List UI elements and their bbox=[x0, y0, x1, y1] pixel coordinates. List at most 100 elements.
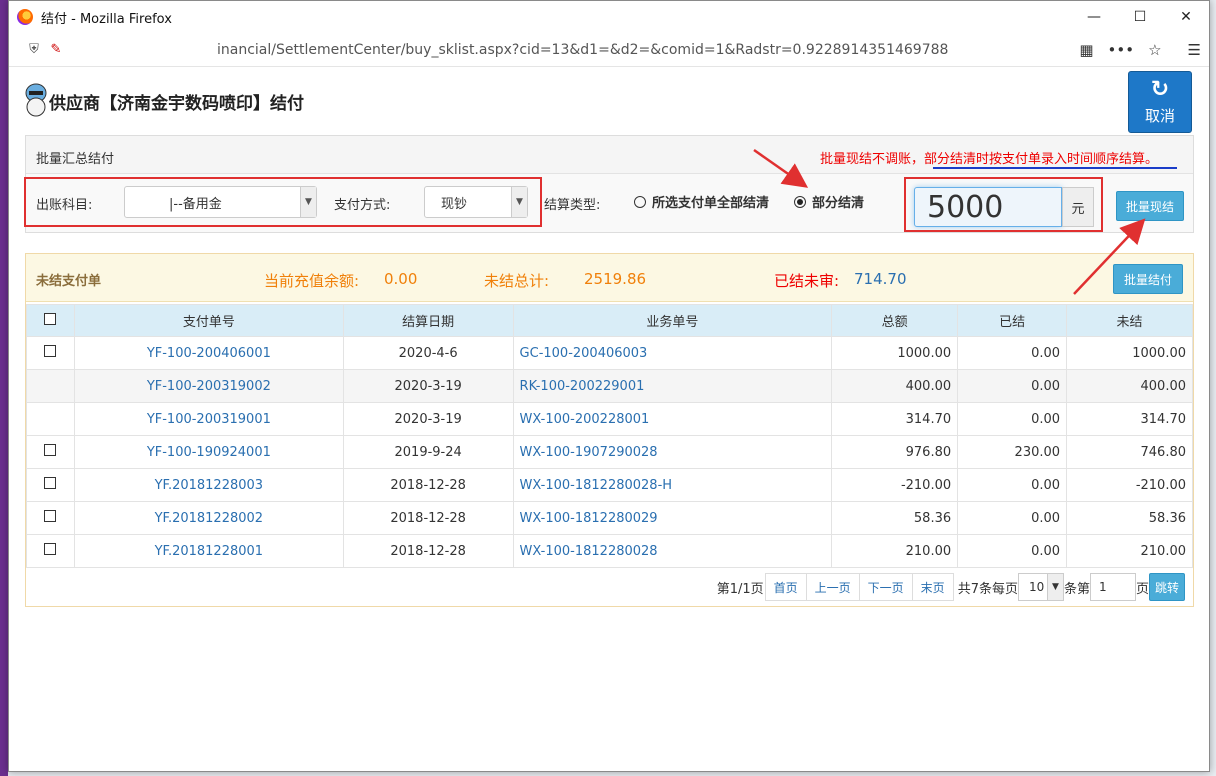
pay-number-cell[interactable]: YF-100-190924001 bbox=[73, 435, 344, 469]
prev-page-button[interactable]: 上一页 bbox=[805, 573, 860, 601]
radio-partial-label: 部分结清 bbox=[812, 196, 865, 211]
checkbox-icon[interactable] bbox=[44, 510, 57, 522]
row-checkbox-cell bbox=[26, 336, 75, 370]
settled-amount-cell: 0.00 bbox=[957, 534, 1068, 568]
unsettled-title: 未结支付单 bbox=[36, 274, 102, 289]
url-text[interactable]: inancial/SettlementCenter/buy_sklist.asp… bbox=[217, 42, 948, 58]
page-suffix: 页 bbox=[1135, 581, 1149, 597]
menu-icon[interactable]: ☰ bbox=[1188, 41, 1201, 59]
pay-number-cell[interactable]: YF.20181228002 bbox=[73, 501, 344, 535]
column-header[interactable]: 已结 bbox=[957, 304, 1068, 337]
batch-cash-settle-button[interactable]: 批量现结 bbox=[1116, 191, 1184, 221]
settled-amount-cell: 0.00 bbox=[957, 336, 1068, 370]
column-header[interactable]: 结算日期 bbox=[342, 304, 514, 337]
table-row[interactable]: YF.20181228002 2018-12-28 WX-100-181228002… bbox=[26, 501, 1193, 535]
pay-number-cell[interactable]: YF.20181228003 bbox=[73, 468, 344, 502]
total-amount-cell: -210.00 bbox=[831, 468, 959, 502]
address-field[interactable]: ⛨ ✎ inancial/SettlementCenter/buy_sklist… bbox=[17, 35, 1070, 64]
column-header[interactable]: 总额 bbox=[831, 304, 959, 337]
unsettled-panel: 未结支付单 当前充值余额: 0.00 未结总计: 2519.86 已结未审: 7… bbox=[25, 253, 1194, 607]
settle-date-cell: 2020-3-19 bbox=[342, 402, 514, 436]
business-number-cell[interactable]: WX-100-1812280028 bbox=[512, 534, 833, 568]
background-strip bbox=[0, 0, 8, 776]
total-value: 2519.86 bbox=[584, 270, 647, 288]
checkbox-icon[interactable] bbox=[44, 543, 57, 555]
total-amount-cell: 314.70 bbox=[831, 402, 959, 436]
table-row[interactable]: YF.20181228003 2018-12-28 WX-100-181228002… bbox=[26, 468, 1193, 502]
pay-number-cell[interactable]: YF-100-200319002 bbox=[73, 369, 344, 403]
settle-date-cell: 2018-12-28 bbox=[342, 534, 514, 568]
table-row[interactable]: YF-100-200319002 2020-3-19 RK-100-20022900… bbox=[26, 369, 1193, 403]
go-button[interactable]: 跳转 bbox=[1149, 573, 1185, 601]
mascot-logo-icon bbox=[25, 83, 47, 117]
row-checkbox-cell bbox=[26, 501, 75, 535]
unsettled-amount-cell: 746.80 bbox=[1066, 435, 1193, 469]
maximize-button[interactable]: ☐ bbox=[1117, 1, 1163, 33]
settled-amount-cell: 0.00 bbox=[957, 468, 1068, 502]
batch-notice: 批量现结不调账，部分结清时按支付单录入时间顺序结算。 bbox=[820, 148, 1158, 167]
window-title: 结付 - Mozilla Firefox bbox=[41, 11, 172, 27]
business-number-cell[interactable]: WX-100-200228001 bbox=[512, 402, 833, 436]
last-page-button[interactable]: 末页 bbox=[911, 573, 954, 601]
table-row[interactable]: YF-100-200319001 2020-3-19 WX-100-20022800… bbox=[26, 402, 1193, 436]
settle-date-cell: 2018-12-28 bbox=[342, 468, 514, 502]
page-size-select[interactable]: 10 ▼ bbox=[1017, 573, 1064, 601]
chevron-down-icon: ▼ bbox=[1046, 574, 1063, 600]
table-row[interactable]: YF.20181228001 2018-12-28 WX-100-181228002… bbox=[26, 534, 1193, 568]
minimize-button[interactable]: — bbox=[1071, 1, 1117, 33]
permissions-icon[interactable]: ✎ bbox=[45, 42, 67, 57]
total-amount-cell: 400.00 bbox=[831, 369, 959, 403]
cancel-button[interactable]: ↻ 取消 bbox=[1128, 71, 1192, 133]
radio-settle-all[interactable]: 所选支付单全部结清 bbox=[634, 192, 769, 211]
firefox-icon bbox=[17, 9, 33, 25]
unsettled-amount-cell: 210.00 bbox=[1066, 534, 1193, 568]
pay-number-cell[interactable]: YF-100-200406001 bbox=[73, 336, 344, 370]
table-row[interactable]: YF-100-190924001 2019-9-24 WX-100-19072900… bbox=[26, 435, 1193, 469]
total-amount-cell: 58.36 bbox=[831, 501, 959, 535]
radio-icon bbox=[634, 195, 646, 208]
column-header[interactable]: 支付单号 bbox=[73, 304, 344, 337]
checkbox-icon[interactable] bbox=[44, 345, 57, 357]
business-number-cell[interactable]: RK-100-200229001 bbox=[512, 369, 833, 403]
close-button[interactable]: ✕ bbox=[1163, 1, 1209, 33]
page-number-input[interactable]: 1 bbox=[1089, 573, 1136, 601]
window-controls: — ☐ ✕ bbox=[1071, 1, 1209, 33]
row-checkbox-cell bbox=[26, 435, 75, 469]
balance-label: 当前充值余额: bbox=[264, 272, 360, 290]
settle-type-label: 结算类型: bbox=[544, 198, 601, 213]
business-number-cell[interactable]: WX-100-1907290028 bbox=[512, 435, 833, 469]
bookmark-star-icon[interactable]: ☆ bbox=[1148, 41, 1161, 59]
business-number-cell[interactable]: GC-100-200406003 bbox=[512, 336, 833, 370]
first-page-button[interactable]: 首页 bbox=[764, 573, 807, 601]
batch-form-row: 出账科目: |--备用金 ▼ 支付方式: 现钞 ▼ 结算类型: 所选支付单全部结… bbox=[24, 174, 1193, 232]
checkbox-icon[interactable] bbox=[44, 312, 57, 325]
url-bar: ⛨ ✎ inancial/SettlementCenter/buy_sklist… bbox=[9, 33, 1209, 67]
more-actions-icon[interactable]: ••• bbox=[1108, 41, 1135, 59]
unsettled-amount-cell: 400.00 bbox=[1066, 369, 1193, 403]
pay-number-cell[interactable]: YF-100-200319001 bbox=[73, 402, 344, 436]
batch-settle-button[interactable]: 批量结付 bbox=[1113, 264, 1183, 294]
table-row[interactable]: YF-100-200406001 2020-4-6 GC-100-200406003… bbox=[26, 336, 1193, 370]
total-label: 未结总计: bbox=[484, 272, 550, 290]
batch-settlement-panel: 批量汇总结付 批量现结不调账，部分结清时按支付单录入时间顺序结算。 出账科目: … bbox=[24, 135, 1194, 233]
qr-code-icon[interactable]: ▦ bbox=[1079, 41, 1093, 59]
row-checkbox-cell bbox=[26, 468, 75, 502]
shield-icon[interactable]: ⛨ bbox=[23, 42, 45, 57]
column-header[interactable]: 未结 bbox=[1066, 304, 1193, 337]
radio-partial-settle[interactable]: 部分结清 bbox=[794, 192, 864, 211]
select-all-header[interactable] bbox=[26, 304, 75, 337]
business-number-cell[interactable]: WX-100-1812280029 bbox=[512, 501, 833, 535]
column-header[interactable]: 业务单号 bbox=[512, 304, 833, 337]
next-page-button[interactable]: 下一页 bbox=[858, 573, 913, 601]
pay-number-cell[interactable]: YF.20181228001 bbox=[73, 534, 344, 568]
row-checkbox-cell bbox=[26, 402, 75, 436]
settle-date-cell: 2020-4-6 bbox=[342, 336, 514, 370]
pagination: 第1/1页 首页 上一页 下一页 末页 共7条每页 10 ▼ 条第 1 页 跳转 bbox=[26, 570, 1193, 604]
table-body: YF-100-200406001 2020-4-6 GC-100-200406003… bbox=[26, 336, 1193, 568]
unsettled-amount-cell: 314.70 bbox=[1066, 402, 1193, 436]
business-number-cell[interactable]: WX-100-1812280028-H bbox=[512, 468, 833, 502]
settle-date-cell: 2018-12-28 bbox=[342, 501, 514, 535]
checkbox-icon[interactable] bbox=[44, 444, 57, 456]
checkbox-icon[interactable] bbox=[44, 477, 57, 489]
batch-panel-title: 批量汇总结付 bbox=[36, 152, 115, 167]
